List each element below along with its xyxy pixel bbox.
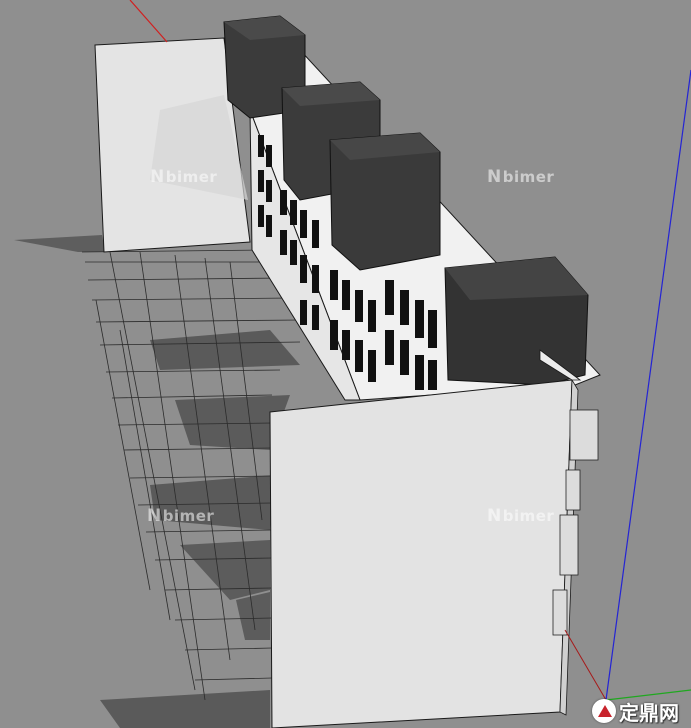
axis-red [129,0,168,43]
watermark: Nbimer [150,167,218,187]
model-canvas[interactable] [0,0,691,728]
axis-red-lower [564,629,607,701]
watermark: Nbimer [147,506,215,526]
logo-icon [592,699,616,723]
model-viewport[interactable]: Nbimer Nbimer Nbimer Nbimer 定鼎网 [0,0,691,728]
roof-block-4 [444,256,589,386]
axis-blue [605,69,691,701]
brand-text: 定鼎网 [619,700,679,725]
front-wall [269,349,582,728]
watermark: Nbimer [487,167,555,187]
brand-logo: 定鼎网 [592,696,679,726]
roof-block-3 [329,132,441,271]
watermark: Nbimer [487,506,555,526]
